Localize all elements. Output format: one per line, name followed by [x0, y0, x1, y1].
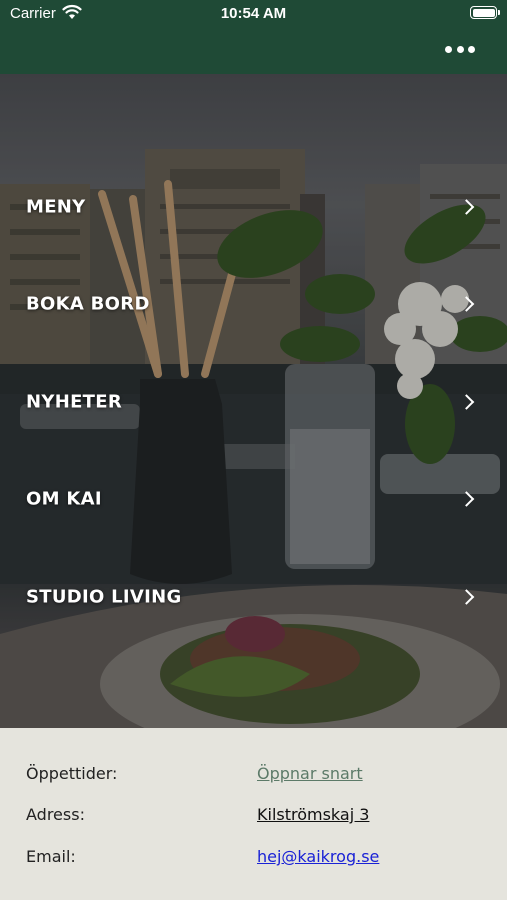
main-menu: MENY BOKA BORD NYHETER OM KAI STUDIO LIV… — [0, 74, 507, 728]
menu-item-meny[interactable]: MENY — [0, 177, 507, 237]
menu-item-label: NYHETER — [26, 391, 122, 413]
battery-icon — [470, 6, 500, 19]
menu-item-label: MENY — [26, 196, 86, 218]
email-row: Email: hej@kaikrog.se — [0, 847, 507, 871]
address-link[interactable]: Kilströmskaj 3 — [257, 805, 369, 824]
opening-hours-label: Öppettider: — [26, 764, 118, 783]
email-label: Email: — [26, 847, 76, 866]
dot — [445, 45, 452, 53]
address-label: Adress: — [26, 805, 85, 824]
email-link[interactable]: hej@kaikrog.se — [257, 847, 379, 866]
menu-item-label: BOKA BORD — [26, 293, 150, 315]
chevron-right-icon — [458, 589, 475, 605]
address-row: Adress: Kilströmskaj 3 — [0, 805, 507, 829]
chevron-right-icon — [458, 296, 475, 312]
menu-item-label: STUDIO LIVING — [26, 586, 182, 608]
clock-label: 10:54 AM — [220, 5, 287, 22]
chevron-right-icon — [458, 199, 475, 215]
info-panel: Öppettider: Öppnar snart Adress: Kilströ… — [0, 728, 507, 900]
menu-item-nyheter[interactable]: NYHETER — [0, 372, 507, 432]
dot — [456, 45, 464, 53]
menu-item-om-kai[interactable]: OM KAI — [0, 469, 507, 529]
nav-header: Carrier 10:54 AM — [0, 0, 507, 74]
menu-item-studio-living[interactable]: STUDIO LIVING — [0, 567, 507, 627]
menu-item-boka-bord[interactable]: BOKA BORD — [0, 274, 507, 334]
chevron-right-icon — [458, 491, 475, 507]
dot — [468, 45, 475, 53]
chevron-right-icon — [458, 394, 475, 410]
menu-item-label: OM KAI — [26, 488, 102, 510]
opening-hours-link[interactable]: Öppnar snart — [257, 764, 363, 783]
opening-hours-row: Öppettider: Öppnar snart — [0, 764, 507, 788]
more-options-icon[interactable] — [445, 43, 475, 55]
